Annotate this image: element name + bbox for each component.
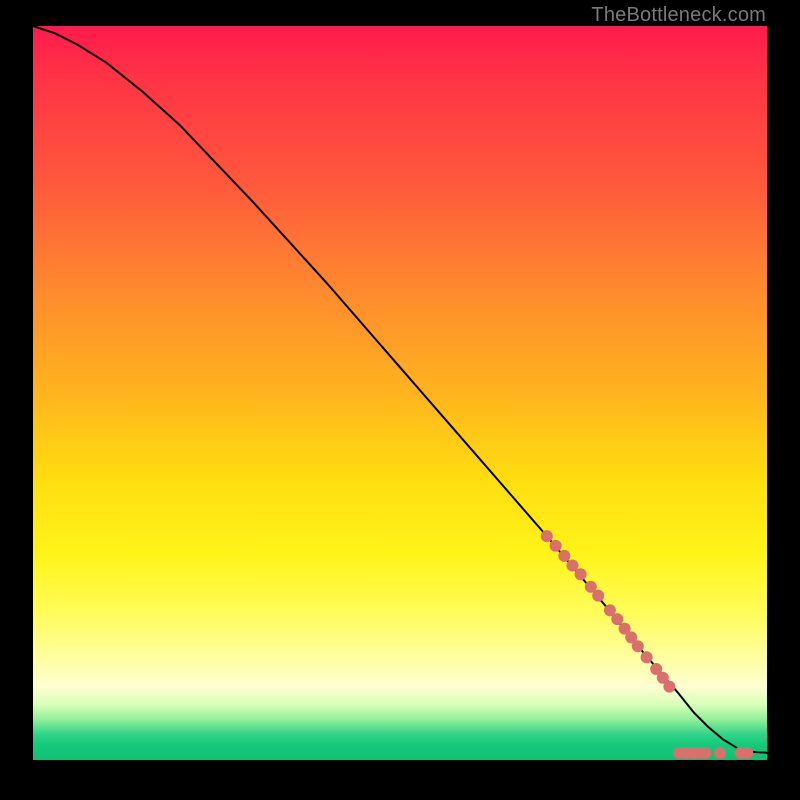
chart-frame <box>33 26 767 760</box>
watermark-text: TheBottleneck.com <box>591 4 766 27</box>
chart-svg <box>33 26 767 760</box>
marker-dot <box>741 747 753 759</box>
marker-dot <box>641 651 653 663</box>
marker-dot <box>541 530 553 542</box>
marker-dot <box>714 747 726 759</box>
marker-dot <box>611 613 623 625</box>
marker-dot <box>558 550 570 562</box>
marker-dot <box>592 590 604 602</box>
marker-dot <box>632 640 644 652</box>
curve-line <box>33 26 767 753</box>
marker-dot <box>663 681 675 693</box>
marker-dot <box>699 747 711 759</box>
marker-dot <box>550 540 562 552</box>
marker-dot <box>567 560 579 572</box>
marker-dot <box>575 568 587 580</box>
